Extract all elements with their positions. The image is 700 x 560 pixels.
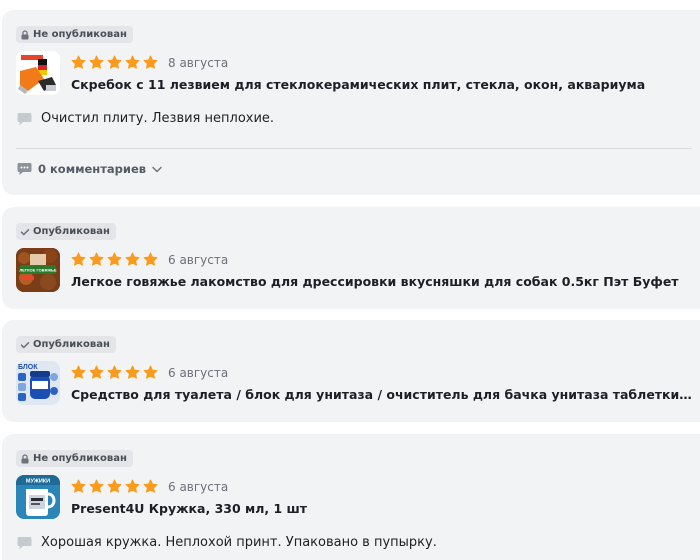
review-card: Не опубликован 8 августа Скребок с 11 ле… — [2, 10, 700, 195]
review-text: Очистил плиту. Лезвия неплохие. — [41, 111, 275, 126]
chevron-down-icon — [152, 166, 162, 172]
star-icon — [125, 55, 140, 69]
message-icon — [17, 112, 32, 125]
lock-icon — [21, 29, 29, 39]
status-badge: Не опубликован — [16, 450, 133, 467]
star-icon — [89, 365, 104, 379]
review-card: Не опубликован МУЖИКИ 6 августа Present4… — [2, 434, 700, 560]
status-label: Опубликован — [33, 226, 110, 237]
star-icon — [71, 252, 86, 266]
star-icon — [107, 365, 122, 379]
check-icon — [20, 228, 30, 235]
star-icon — [71, 55, 86, 69]
review-date: 6 августа — [168, 480, 229, 494]
status-label: Не опубликован — [33, 29, 127, 40]
product-title[interactable]: Средство для туалета / блок для унитаза … — [71, 387, 692, 402]
status-badge: Опубликован — [16, 336, 116, 353]
thumbnail-text: БЛОК — [18, 364, 38, 371]
thumbnail-text: ЛЕГКОЕ ГОВЯЖЬЕ — [19, 268, 57, 273]
status-label: Опубликован — [33, 339, 110, 350]
product-thumbnail[interactable] — [16, 51, 60, 95]
star-icon — [143, 479, 158, 493]
comments-label: 0 комментариев — [38, 162, 147, 176]
review-card: Опубликован БЛОК 6 августа Средство для … — [2, 320, 700, 422]
star-icon — [125, 252, 140, 266]
thumbnail-text: МУЖИКИ — [26, 479, 50, 485]
review-date: 6 августа — [168, 253, 229, 267]
message-icon — [17, 163, 32, 175]
check-icon — [20, 341, 30, 348]
review-text-row: Очистил плиту. Лезвия неплохие. — [17, 111, 274, 126]
rating-stars — [71, 55, 158, 70]
rating-stars — [71, 252, 158, 267]
rating-stars — [71, 479, 158, 494]
review-date: 6 августа — [168, 366, 229, 380]
status-badge: Не опубликован — [16, 26, 133, 43]
star-icon — [71, 479, 86, 493]
star-icon — [143, 55, 158, 69]
star-icon — [107, 55, 122, 69]
lock-icon — [21, 453, 29, 463]
star-icon — [89, 252, 104, 266]
status-badge: Опубликован — [16, 223, 116, 240]
product-thumbnail[interactable]: БЛОК — [16, 361, 60, 405]
star-icon — [143, 252, 158, 266]
product-thumbnail[interactable]: ЛЕГКОЕ ГОВЯЖЬЕ — [16, 248, 60, 292]
review-text-row: Хорошая кружка. Неплохой принт. Упакован… — [17, 535, 437, 550]
star-icon — [71, 365, 86, 379]
review-card: Опубликован ЛЕГКОЕ ГОВЯЖЬЕ 6 августа Лег… — [2, 207, 700, 309]
status-label: Не опубликован — [33, 453, 127, 464]
review-text: Хорошая кружка. Неплохой принт. Упакован… — [41, 535, 437, 550]
star-icon — [89, 479, 104, 493]
rating-stars — [71, 365, 158, 380]
star-icon — [107, 252, 122, 266]
product-title[interactable]: Легкое говяжье лакомство для дрессировки… — [71, 274, 679, 289]
star-icon — [143, 365, 158, 379]
product-title[interactable]: Present4U Кружка, 330 мл, 1 шт — [71, 501, 307, 516]
review-date: 8 августа — [168, 56, 229, 70]
comments-toggle[interactable]: 0 комментариев — [17, 162, 162, 176]
star-icon — [107, 479, 122, 493]
product-thumbnail[interactable]: МУЖИКИ — [16, 475, 60, 519]
message-icon — [17, 536, 32, 549]
star-icon — [125, 365, 140, 379]
star-icon — [125, 479, 140, 493]
star-icon — [89, 55, 104, 69]
divider — [16, 148, 692, 149]
product-title[interactable]: Скребок с 11 лезвием для стеклокерамичес… — [71, 77, 645, 92]
